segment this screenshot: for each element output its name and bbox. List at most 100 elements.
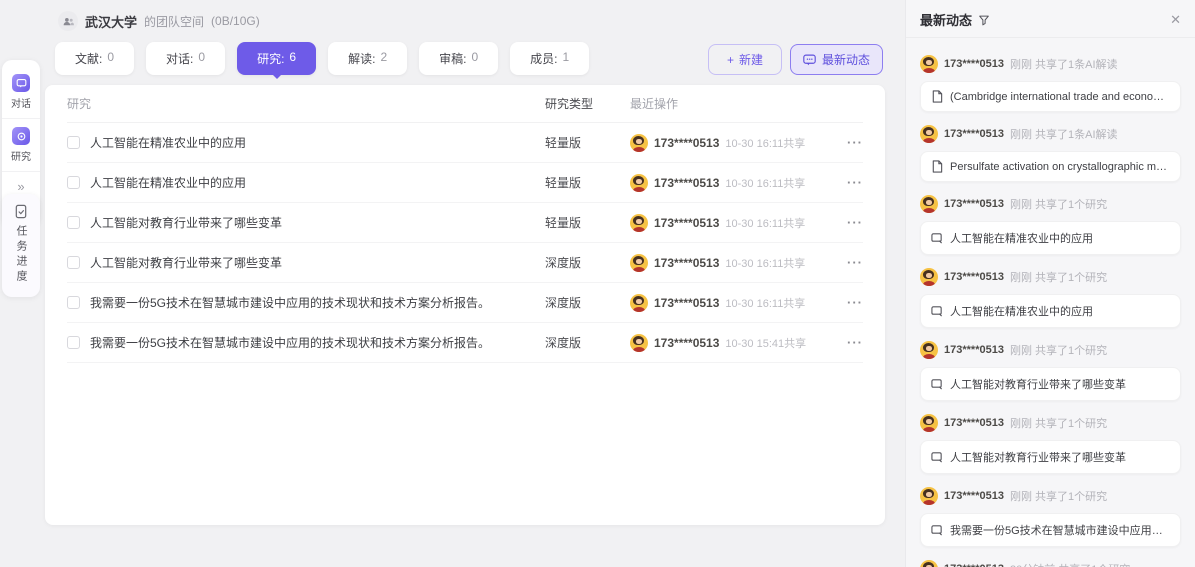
activity-panel: 最新动态 ✕ 173****0513 刚刚 共享了1条AI解读 (Cambrid…: [905, 0, 1195, 567]
shared-research-card[interactable]: 人工智能在精准农业中的应用: [920, 221, 1181, 255]
row-more-button[interactable]: ···: [847, 295, 863, 310]
user-avatar: [630, 174, 648, 192]
column-research: 研究: [67, 95, 545, 112]
row-type: 深度版: [545, 334, 630, 351]
shared-research-card[interactable]: 我需要一份5G技术在智慧城市建设中应用的技术现状和技术方...: [920, 513, 1181, 547]
activity-title: 最新动态: [920, 10, 972, 29]
row-time: 10-30 16:11共享: [725, 215, 805, 231]
row-time: 10-30 15:41共享: [725, 335, 806, 351]
row-more-button[interactable]: ···: [847, 175, 863, 190]
row-more-button[interactable]: ···: [847, 335, 863, 350]
user-avatar: [920, 414, 938, 432]
group-icon: [62, 15, 75, 28]
user-avatar: [630, 134, 648, 152]
task-doc-icon: [14, 204, 28, 219]
row-type: 轻量版: [545, 214, 630, 231]
row-title: 我需要一份5G技术在智慧城市建设中应用的技术现状和技术方案分析报告。: [90, 294, 490, 311]
document-icon: [931, 90, 943, 103]
latest-activity-button[interactable]: 最新动态: [790, 44, 883, 75]
user-avatar: [920, 125, 938, 143]
user-avatar: [630, 294, 648, 312]
chat-icon: [12, 74, 30, 92]
research-doc-icon: [931, 305, 943, 317]
activity-header: 最新动态 ✕: [906, 0, 1195, 38]
team-header: 武汉大学 的团队空间 (0B/10G): [58, 11, 260, 31]
row-type: 轻量版: [545, 174, 630, 191]
tab-chat[interactable]: 对话: 0: [146, 42, 225, 75]
filter-icon[interactable]: [978, 14, 990, 26]
row-time: 10-30 16:11共享: [725, 175, 805, 191]
task-progress-panel[interactable]: 任务进度: [2, 194, 40, 297]
team-name: 武汉大学: [85, 12, 137, 31]
tab-research[interactable]: 研究: 6: [237, 42, 316, 75]
sidebar-item-chat[interactable]: 对话: [2, 66, 40, 118]
research-doc-icon: [931, 524, 943, 536]
user-avatar: [630, 214, 648, 232]
user-avatar: [920, 55, 938, 73]
plus-icon: +: [727, 53, 734, 67]
comment-icon: [803, 54, 816, 66]
row-checkbox[interactable]: [67, 176, 80, 189]
row-more-button[interactable]: ···: [847, 215, 863, 230]
task-progress-label: 任务进度: [13, 225, 29, 285]
shared-research-card[interactable]: 人工智能对教育行业带来了哪些变革: [920, 440, 1181, 474]
table-row[interactable]: 我需要一份5G技术在智慧城市建设中应用的技术现状和技术方案分析报告。 深度版 1…: [67, 283, 863, 323]
row-time: 10-30 16:11共享: [725, 135, 805, 151]
activity-item: 173****0513 刚刚 共享了1条AI解读 (Cambridge inte…: [920, 55, 1181, 112]
tab-literature[interactable]: 文献: 0: [55, 42, 134, 75]
user-avatar: [920, 560, 938, 567]
activity-item: 173****0513 30分钟前 共享了1个研究 我需要一份5G技术在智慧城市…: [920, 560, 1181, 567]
shared-document-card[interactable]: (Cambridge international trade and econo…: [920, 81, 1181, 112]
storage-quota: (0B/10G): [211, 14, 260, 28]
row-title: 人工智能在精准农业中的应用: [90, 134, 246, 151]
row-user: 173****0513: [654, 296, 719, 310]
table-row[interactable]: 人工智能对教育行业带来了哪些变革 深度版 173****0513 10-30 1…: [67, 243, 863, 283]
document-icon: [931, 160, 943, 173]
new-button[interactable]: + 新建: [708, 44, 782, 75]
close-icon[interactable]: ✕: [1170, 12, 1181, 28]
row-user: 173****0513: [654, 256, 719, 270]
row-checkbox[interactable]: [67, 256, 80, 269]
row-type: 轻量版: [545, 134, 630, 151]
user-avatar: [920, 341, 938, 359]
row-user: 173****0513: [654, 136, 719, 150]
user-avatar: [630, 334, 648, 352]
shared-research-card[interactable]: 人工智能对教育行业带来了哪些变革: [920, 367, 1181, 401]
row-more-button[interactable]: ···: [847, 135, 863, 150]
sidebar-item-research[interactable]: 研究: [2, 118, 40, 171]
expand-icon: »: [17, 180, 24, 194]
activity-item: 173****0513 刚刚 共享了1个研究 人工智能对教育行业带来了哪些变革: [920, 414, 1181, 474]
activity-item: 173****0513 刚刚 共享了1个研究 人工智能在精准农业中的应用: [920, 195, 1181, 255]
row-title: 我需要一份5G技术在智慧城市建设中应用的技术现状和技术方案分析报告。: [90, 334, 490, 351]
table-row[interactable]: 我需要一份5G技术在智慧城市建设中应用的技术现状和技术方案分析报告。 深度版 1…: [67, 323, 863, 363]
row-user: 173****0513: [654, 216, 719, 230]
research-doc-icon: [931, 378, 943, 390]
row-checkbox[interactable]: [67, 336, 80, 349]
tab-members[interactable]: 成员: 1: [510, 42, 589, 75]
tab-review[interactable]: 审稿: 0: [419, 42, 498, 75]
row-checkbox[interactable]: [67, 136, 80, 149]
shared-research-card[interactable]: 人工智能在精准农业中的应用: [920, 294, 1181, 328]
row-user: 173****0513: [654, 176, 719, 190]
research-doc-icon: [931, 451, 943, 463]
row-title: 人工智能在精准农业中的应用: [90, 174, 246, 191]
column-action: 最近操作: [630, 95, 835, 112]
row-type: 深度版: [545, 294, 630, 311]
table-row[interactable]: 人工智能在精准农业中的应用 轻量版 173****0513 10-30 16:1…: [67, 163, 863, 203]
row-checkbox[interactable]: [67, 296, 80, 309]
user-avatar: [920, 487, 938, 505]
research-table-card: 研究 研究类型 最近操作 人工智能在精准农业中的应用 轻量版 173****05…: [45, 85, 885, 525]
row-checkbox[interactable]: [67, 216, 80, 229]
row-more-button[interactable]: ···: [847, 255, 863, 270]
tab-interpretation[interactable]: 解读: 2: [328, 42, 407, 75]
research-icon: [12, 127, 30, 145]
research-doc-icon: [931, 232, 943, 244]
row-time: 10-30 16:11共享: [725, 295, 805, 311]
row-type: 深度版: [545, 254, 630, 271]
activity-item: 173****0513 刚刚 共享了1个研究 我需要一份5G技术在智慧城市建设中…: [920, 487, 1181, 547]
activity-list: 173****0513 刚刚 共享了1条AI解读 (Cambridge inte…: [906, 38, 1195, 567]
table-row[interactable]: 人工智能在精准农业中的应用 轻量版 173****0513 10-30 16:1…: [67, 123, 863, 163]
team-suffix: 的团队空间: [144, 13, 204, 30]
table-row[interactable]: 人工智能对教育行业带来了哪些变革 轻量版 173****0513 10-30 1…: [67, 203, 863, 243]
shared-document-card[interactable]: Persulfate activation on crystallographi…: [920, 151, 1181, 182]
